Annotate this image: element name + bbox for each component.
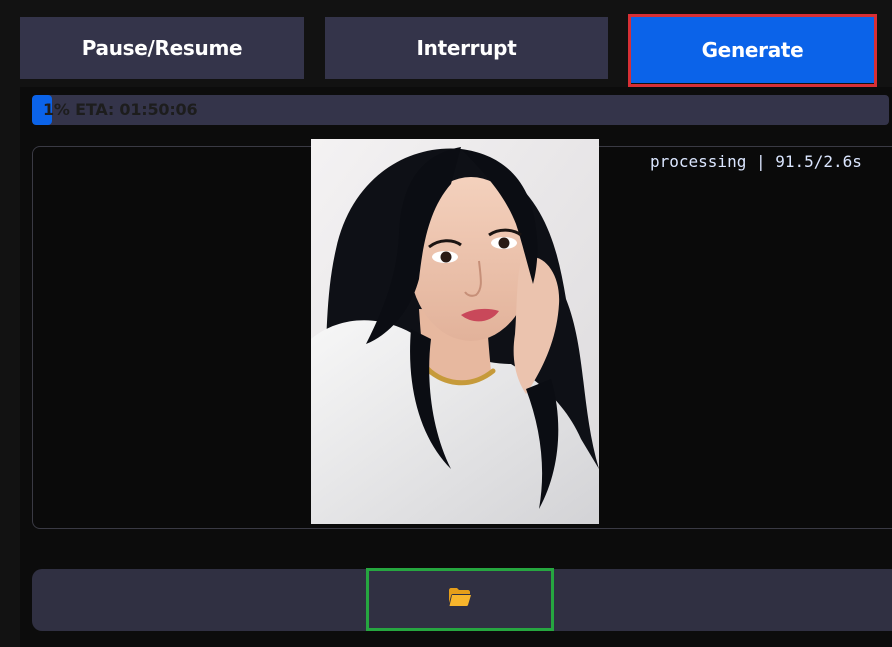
preview-portrait	[311, 139, 599, 524]
folder-open-icon	[448, 587, 472, 612]
app-window: Pause/Resume Interrupt Generate 1% ETA: …	[0, 0, 892, 647]
progress-bar: 1% ETA: 01:50:06	[32, 95, 889, 125]
open-folder-button[interactable]	[366, 568, 554, 631]
pause-resume-button[interactable]: Pause/Resume	[20, 17, 304, 79]
progress-text: 1% ETA: 01:50:06	[43, 100, 198, 119]
interrupt-button[interactable]: Interrupt	[325, 17, 608, 79]
preview-image[interactable]	[311, 139, 599, 524]
generate-button[interactable]: Generate	[630, 17, 875, 83]
status-text: processing | 91.5/2.6s	[650, 152, 862, 171]
